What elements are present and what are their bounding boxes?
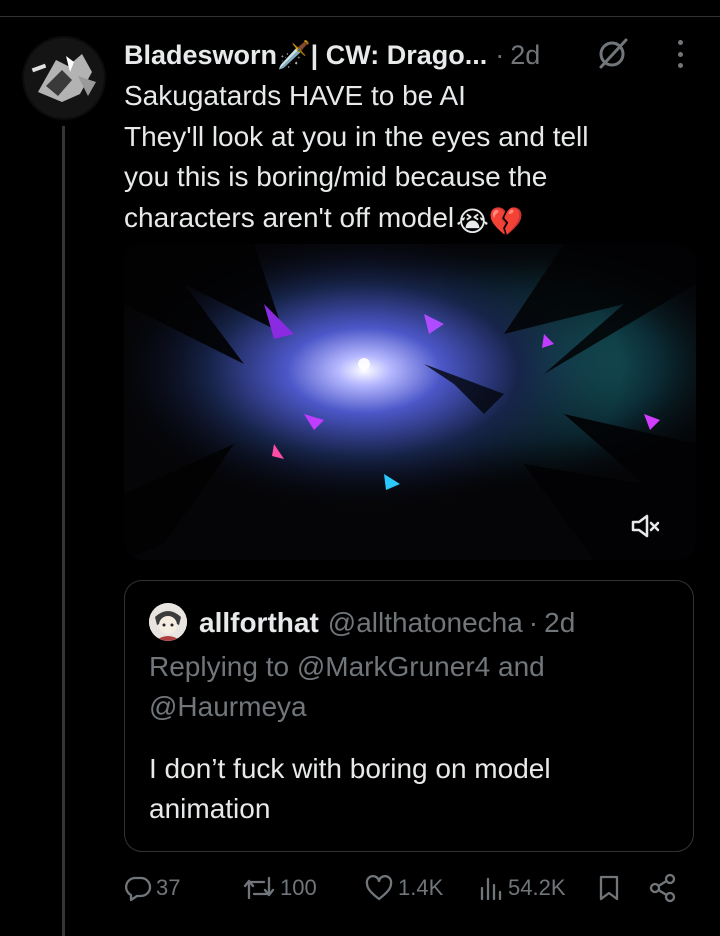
quote-separator: ·: [528, 607, 539, 638]
views-icon: [480, 877, 502, 901]
reply-count: 37: [156, 875, 181, 900]
header-separator: ·: [495, 39, 505, 70]
author-avatar[interactable]: [22, 36, 106, 120]
tweet-text-line: you this is boring/mid because the: [124, 161, 548, 192]
like-button[interactable]: 1.4K: [364, 868, 443, 908]
action-bar: 37 100 1.4K 54.2K: [124, 868, 694, 908]
tweet-header: Bladesworn🗡️| CW: Drago... · 2d: [124, 36, 540, 74]
quote-header: allforthat @allthatonecha · 2d: [199, 603, 575, 643]
quote-avatar[interactable]: [149, 603, 187, 641]
tweet-text-line: They'll look at you in the eyes and tell: [124, 120, 589, 152]
quote-author-handle[interactable]: @allthatonecha: [328, 607, 523, 639]
repost-button[interactable]: 100: [242, 868, 317, 908]
repost-count: 100: [280, 875, 317, 900]
share-button[interactable]: [648, 868, 678, 908]
quote-author-name[interactable]: allforthat: [199, 607, 319, 639]
tweet-emojis: 😭💔: [456, 205, 524, 237]
tweet-text-line: Sakugatards HAVE to be AI: [124, 80, 466, 111]
reply-button[interactable]: 37: [124, 868, 180, 908]
quote-text: I don’t fuck with boring on model animat…: [149, 749, 669, 829]
quote-reply-line: @Haurmeya: [149, 691, 307, 722]
tweet-time[interactable]: 2d: [510, 40, 540, 71]
tweet-text: Sakugatards HAVE to be AI They'll look a…: [124, 76, 704, 242]
like-count: 1.4K: [398, 875, 444, 900]
volume-muted-icon[interactable]: [630, 512, 662, 540]
views-count: 54.2K: [508, 875, 566, 900]
bookmark-icon: [599, 875, 619, 901]
author-name[interactable]: Bladesworn🗡️| CW: Drago...: [124, 39, 487, 71]
heart-icon: [365, 875, 393, 901]
quote-text-line: I don’t fuck with boring on model: [149, 753, 551, 784]
thread-line: [62, 126, 65, 936]
quote-replying-to: Replying to @MarkGruner4 and @Haurmeya: [149, 647, 669, 727]
reply-icon: [124, 876, 152, 902]
share-icon: [649, 873, 676, 903]
top-divider: [0, 16, 720, 17]
bookmark-button[interactable]: [596, 868, 622, 908]
quote-reply-line: Replying to @MarkGruner4 and: [149, 651, 545, 682]
quote-time[interactable]: 2d: [544, 607, 575, 639]
tweet-text-line-last: characters aren't off model😭💔: [124, 198, 704, 243]
quote-text-line: animation: [149, 793, 271, 824]
more-icon[interactable]: [670, 38, 690, 70]
repost-icon: [243, 876, 275, 900]
tweet-video[interactable]: [124, 244, 696, 560]
grok-icon[interactable]: [596, 36, 630, 70]
views-button[interactable]: 54.2K: [478, 868, 566, 908]
quoted-tweet[interactable]: allforthat @allthatonecha · 2d Replying …: [124, 580, 694, 852]
